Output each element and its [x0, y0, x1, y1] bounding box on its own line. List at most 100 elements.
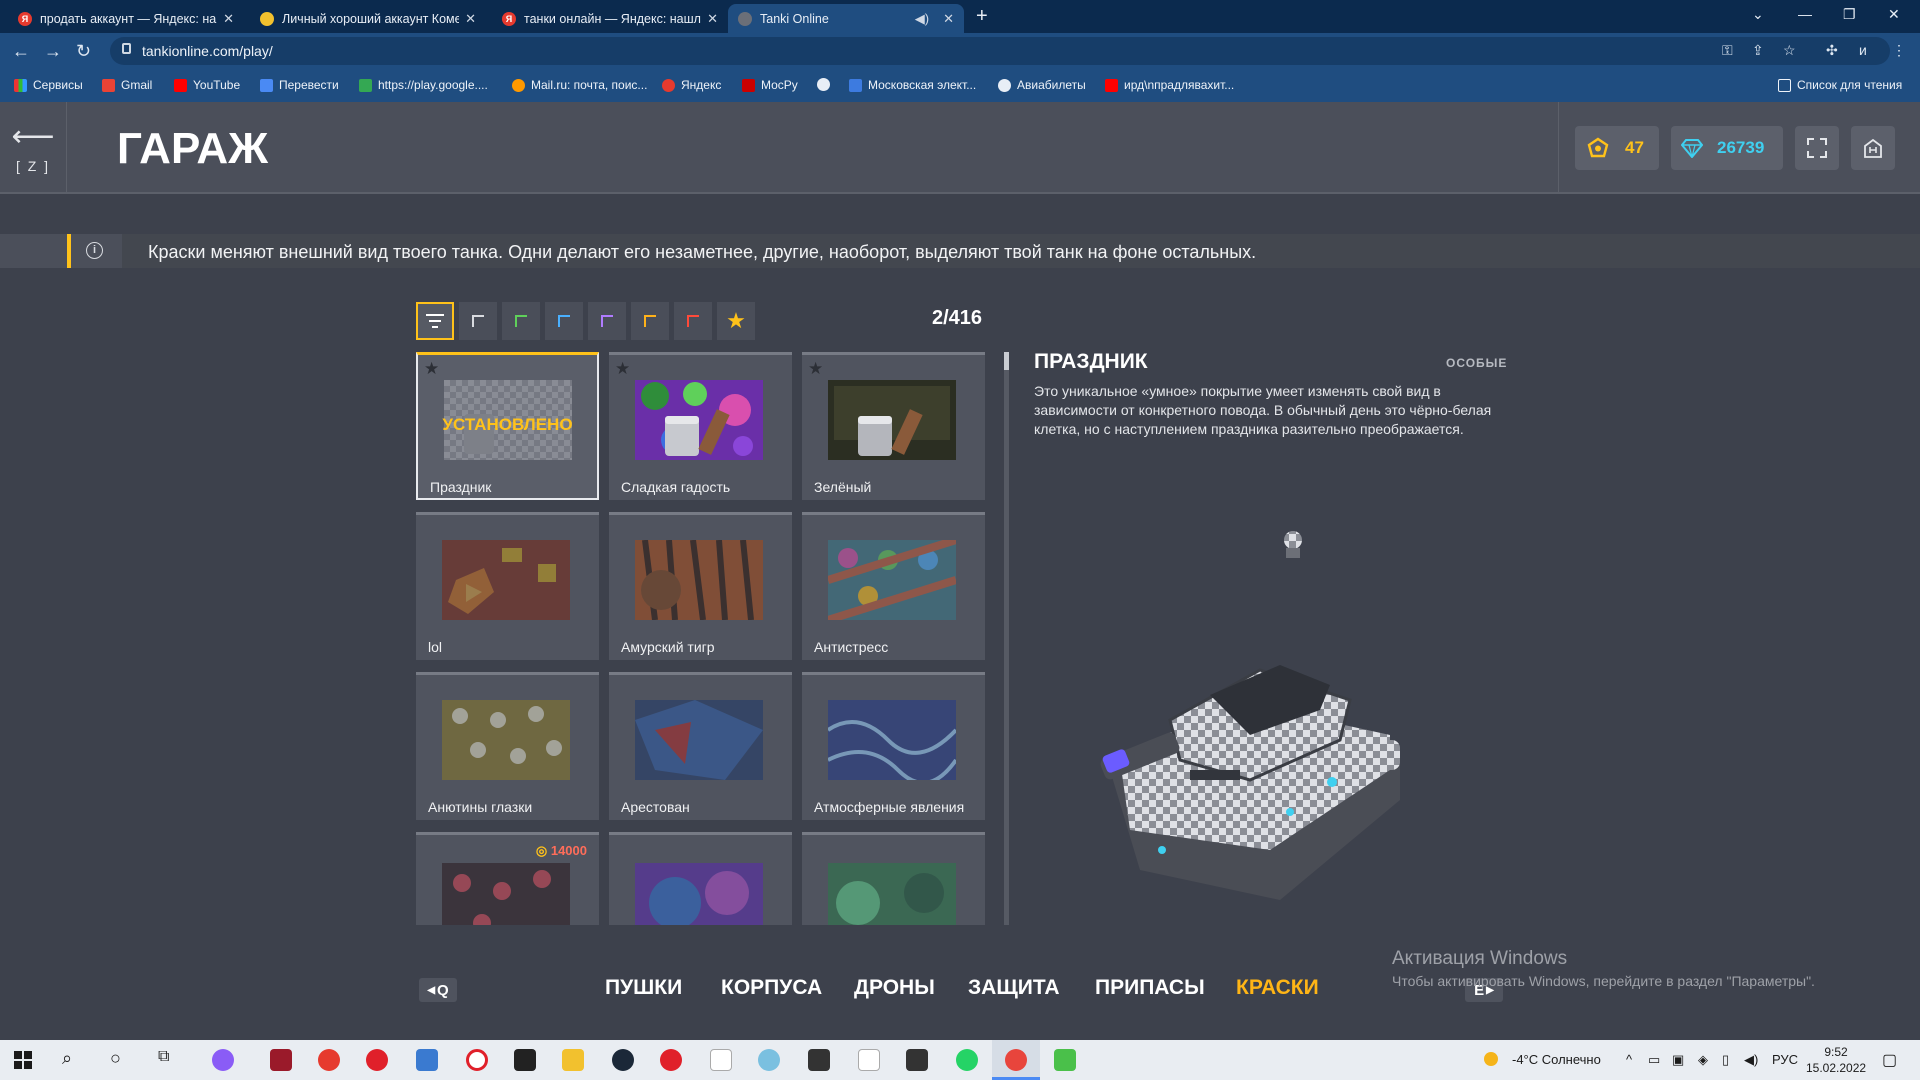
currency-small[interactable]: 47 [1575, 126, 1659, 170]
weather-sun-icon[interactable] [1484, 1052, 1498, 1066]
mute-icon[interactable]: ◀) [915, 11, 929, 27]
tab-protection[interactable]: ЗАЩИТА [968, 976, 1060, 1000]
filter-legendary[interactable] [631, 302, 669, 340]
cortana-icon[interactable]: ○ [110, 1048, 121, 1069]
tab-hulls[interactable]: КОРПУСА [721, 976, 822, 1000]
network-icon[interactable]: ▭ [1648, 1052, 1660, 1068]
battery-icon[interactable]: ▯ [1722, 1052, 1729, 1068]
paint-card[interactable]: ★ Зелёный [802, 352, 985, 500]
yandex-browser-icon[interactable] [318, 1049, 340, 1071]
alice-icon[interactable] [212, 1049, 234, 1071]
bookmark-item[interactable]: Московская элект... [849, 78, 976, 92]
wot-icon[interactable] [906, 1049, 928, 1071]
tab-paints[interactable]: КРАСКИ [1236, 976, 1319, 1000]
wot-icon[interactable] [808, 1049, 830, 1071]
extensions-icon[interactable]: ✣ [1826, 42, 1838, 59]
reading-list-button[interactable]: Список для чтения [1778, 78, 1902, 92]
filter-uncommon[interactable] [502, 302, 540, 340]
fullscreen-button[interactable] [1795, 126, 1839, 170]
scrollbar-thumb[interactable] [1004, 352, 1009, 370]
bookmark-item[interactable]: Сервисы [14, 78, 83, 92]
notifications-icon[interactable]: ▢ [1882, 1050, 1897, 1070]
browser-tab[interactable]: Я танки онлайн — Яндекс: нашло ✕ [492, 4, 728, 33]
shield-icon[interactable]: ◈ [1698, 1052, 1708, 1068]
paint-card[interactable]: Анютины глазки [416, 672, 599, 820]
bookmark-item[interactable]: Перевести [260, 78, 339, 92]
paint-card[interactable]: ◎ 14000 [416, 832, 599, 925]
filter-rare[interactable] [545, 302, 583, 340]
app-icon[interactable] [758, 1049, 780, 1071]
tab-search-icon[interactable]: ⌄ [1752, 6, 1764, 23]
language-indicator[interactable]: РУС [1772, 1052, 1798, 1067]
paint-card[interactable]: Антистресс [802, 512, 985, 660]
filter-epic[interactable] [588, 302, 626, 340]
close-icon[interactable]: ✕ [943, 11, 954, 27]
bookmark-item[interactable]: Mail.ru: почта, поис... [512, 78, 647, 92]
reload-icon[interactable]: ↻ [76, 41, 91, 61]
tab-guns[interactable]: ПУШКИ [605, 976, 682, 1000]
browser-tab-active[interactable]: Tanki Online ◀) ✕ [728, 4, 964, 33]
crystals-counter[interactable]: 26739 [1671, 126, 1783, 170]
back-button[interactable]: ⟵ [ Z ] [0, 102, 67, 194]
close-icon[interactable]: ✕ [465, 11, 476, 27]
bookmark-item[interactable]: МосРу [742, 78, 798, 92]
paint-card[interactable]: Атмосферные явления [802, 672, 985, 820]
prev-category-button[interactable]: ◀ Q [419, 978, 457, 1002]
back-icon[interactable]: ← [12, 41, 30, 61]
filter-favorites[interactable]: ★ [717, 302, 755, 340]
bookmark-item[interactable]: ирд\nпрадляваxит... [1105, 78, 1234, 92]
profile-avatar[interactable]: и [1859, 42, 1867, 58]
steam-icon[interactable] [612, 1049, 634, 1071]
bookmark-item[interactable]: Авиабилеты [998, 78, 1086, 92]
opera-icon[interactable] [366, 1049, 388, 1071]
close-window-button[interactable]: ✕ [1888, 6, 1900, 23]
file-explorer-icon[interactable] [562, 1049, 584, 1071]
paint-card[interactable]: ★ Сладкая гадость [609, 352, 792, 500]
minimize-button[interactable]: — [1798, 6, 1812, 22]
opera-gx-icon[interactable] [466, 1049, 488, 1071]
grid-scrollbar[interactable] [1004, 352, 1009, 925]
bookmark-item[interactable]: YouTube [174, 78, 240, 92]
filter-exotic[interactable] [674, 302, 712, 340]
forward-icon[interactable]: → [44, 41, 62, 61]
windows-start-icon[interactable] [14, 1051, 32, 1069]
tab-supplies[interactable]: ПРИПАСЫ [1095, 976, 1205, 1000]
close-icon[interactable]: ✕ [707, 11, 718, 27]
key-icon[interactable]: ⚿ [1722, 42, 1733, 59]
weather-text[interactable]: -4°C Солнечно [1512, 1052, 1601, 1067]
browser-tab[interactable]: Личный хороший аккаунт Коме ✕ [250, 4, 486, 33]
favorite-star-icon[interactable]: ★ [424, 359, 439, 379]
tank-preview[interactable] [1100, 520, 1420, 940]
epic-games-icon[interactable] [514, 1049, 536, 1071]
paint-card[interactable]: ★ УСТАНОВЛЕНО Праздник [416, 352, 599, 500]
filter-common[interactable] [459, 302, 497, 340]
bookmark-item[interactable]: https://play.google.... [359, 78, 488, 92]
bookmark-item[interactable] [817, 78, 836, 91]
bookmark-item[interactable]: Яндекс [662, 78, 721, 92]
browser-tab[interactable]: Я продать аккаунт — Яндекс: наш ✕ [8, 4, 244, 33]
address-bar[interactable]: tankionline.com/play/ [110, 37, 1890, 65]
whatsapp-icon[interactable] [956, 1049, 978, 1071]
favorite-star-icon[interactable]: ★ [808, 359, 823, 379]
restore-button[interactable]: ❐ [1843, 6, 1856, 23]
favorite-star-icon[interactable]: ★ [615, 359, 630, 379]
new-tab-button[interactable]: + [976, 6, 988, 26]
paint-card[interactable]: Амурский тигр [609, 512, 792, 660]
bookmark-item[interactable]: Gmail [102, 78, 152, 92]
home-button[interactable] [1851, 126, 1895, 170]
bookmark-star-icon[interactable]: ☆ [1783, 42, 1796, 59]
filter-button[interactable] [416, 302, 454, 340]
chrome-icon[interactable] [1005, 1049, 1027, 1071]
bluestacks-icon[interactable] [1054, 1049, 1076, 1071]
document-icon[interactable] [710, 1049, 732, 1071]
app-icon[interactable] [416, 1049, 438, 1071]
valorant-icon[interactable] [270, 1049, 292, 1071]
app-tray-icon[interactable]: ▣ [1672, 1052, 1684, 1068]
paint-card[interactable] [609, 832, 792, 925]
tray-chevron-icon[interactable]: ^ [1626, 1052, 1632, 1067]
clock[interactable]: 9:52 15.02.2022 [1806, 1044, 1866, 1076]
app-icon[interactable] [660, 1049, 682, 1071]
tab-drones[interactable]: ДРОНЫ [854, 976, 935, 1000]
menu-icon[interactable]: ⋮ [1892, 42, 1906, 59]
volume-icon[interactable]: ◀) [1744, 1052, 1758, 1068]
